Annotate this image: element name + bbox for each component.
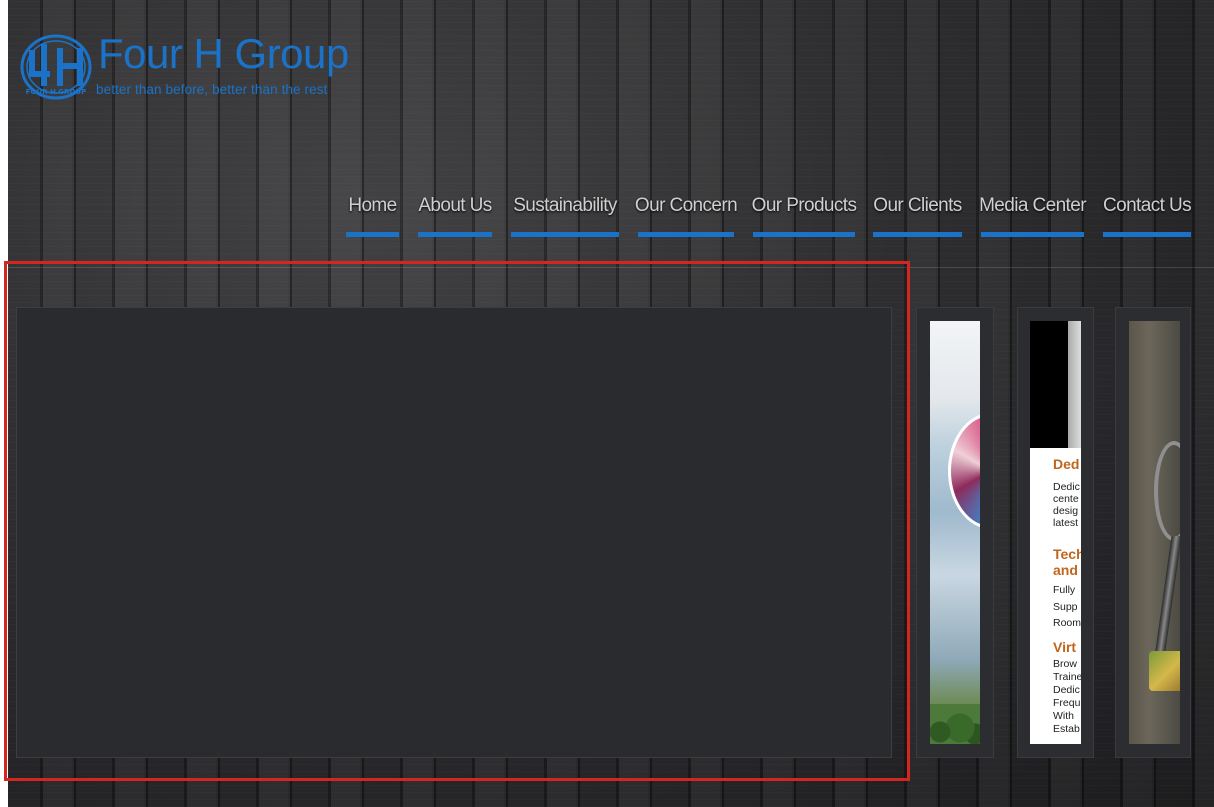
- brand-tagline: better than before, better than the rest: [96, 82, 328, 97]
- nav-about-us-label: About Us: [418, 195, 492, 216]
- slider-thumbnail-3[interactable]: [1115, 307, 1191, 758]
- brochure-line: With: [1053, 710, 1074, 722]
- slider-thumbnail-2[interactable]: Ded Dedic cente desig latest Tech and Fu…: [1017, 307, 1094, 758]
- brochure-line: Dedic: [1053, 684, 1080, 696]
- trophy-award-image: [1129, 321, 1180, 744]
- brochure-line: Traine: [1053, 671, 1081, 683]
- trophy-ring: [1154, 441, 1180, 541]
- brochure-line: latest: [1053, 517, 1079, 529]
- trees-image: [930, 704, 980, 744]
- nav-home-label: Home: [348, 195, 397, 216]
- nav-our-concern[interactable]: Our Concern: [634, 195, 738, 237]
- nav-sustainability-label: Sustainability: [513, 195, 617, 216]
- brochure-line: Supp: [1053, 601, 1078, 613]
- nav-contact-us[interactable]: Contact Us: [1103, 195, 1192, 237]
- nav-underline: [753, 232, 855, 237]
- highlight-frame: [4, 261, 910, 781]
- nav-home[interactable]: Home: [346, 195, 399, 237]
- nav-our-concern-label: Our Concern: [634, 195, 738, 216]
- site-logo[interactable]: FOUR H GROUP Four H Group better than be…: [20, 30, 390, 104]
- brochure-line: Tech: [1053, 546, 1081, 562]
- nav-underline: [418, 232, 492, 237]
- nav-our-clients-label: Our Clients: [873, 195, 962, 216]
- nav-contact-us-label: Contact Us: [1103, 195, 1192, 216]
- nav-our-products[interactable]: Our Products: [751, 195, 857, 237]
- nav-underline: [981, 232, 1084, 237]
- nav-underline: [346, 232, 399, 237]
- brochure-line: Fully: [1053, 584, 1076, 596]
- four-h-logo-icon: FOUR H GROUP: [20, 34, 92, 100]
- brochure-line: Estab: [1053, 723, 1080, 735]
- textile-globe-image: [930, 321, 980, 744]
- nav-underline: [511, 232, 619, 237]
- nav-our-clients[interactable]: Our Clients: [873, 195, 962, 237]
- brand-name: Four H Group: [98, 30, 349, 77]
- brochure-header-edge: [1068, 321, 1081, 448]
- brochure-line: Ded: [1053, 456, 1080, 472]
- nav-our-products-label: Our Products: [751, 195, 857, 216]
- nav-underline: [873, 232, 962, 237]
- svg-text:FOUR H GROUP: FOUR H GROUP: [26, 88, 86, 96]
- brochure-line: and: [1053, 562, 1078, 578]
- nav-underline: [638, 232, 734, 237]
- nav-media-center-label: Media Center: [979, 195, 1086, 216]
- nav-sustainability[interactable]: Sustainability: [511, 195, 619, 237]
- nav-media-center[interactable]: Media Center: [979, 195, 1087, 237]
- trophy-base: [1149, 651, 1180, 691]
- fabric-circle-image: [948, 413, 980, 529]
- brochure-line: Frequ: [1053, 697, 1081, 709]
- brochure-image: Ded Dedic cente desig latest Tech and Fu…: [1030, 321, 1081, 744]
- nav-underline: [1103, 232, 1191, 237]
- brochure-line: Brow: [1053, 658, 1077, 670]
- brochure-line: Room: [1053, 617, 1081, 629]
- main-navigation: Home About Us Sustainability Our Concern…: [346, 195, 1192, 239]
- slider-thumbnail-1[interactable]: [916, 307, 994, 758]
- nav-about-us[interactable]: About Us: [418, 195, 492, 237]
- brochure-line: Virt: [1053, 639, 1077, 655]
